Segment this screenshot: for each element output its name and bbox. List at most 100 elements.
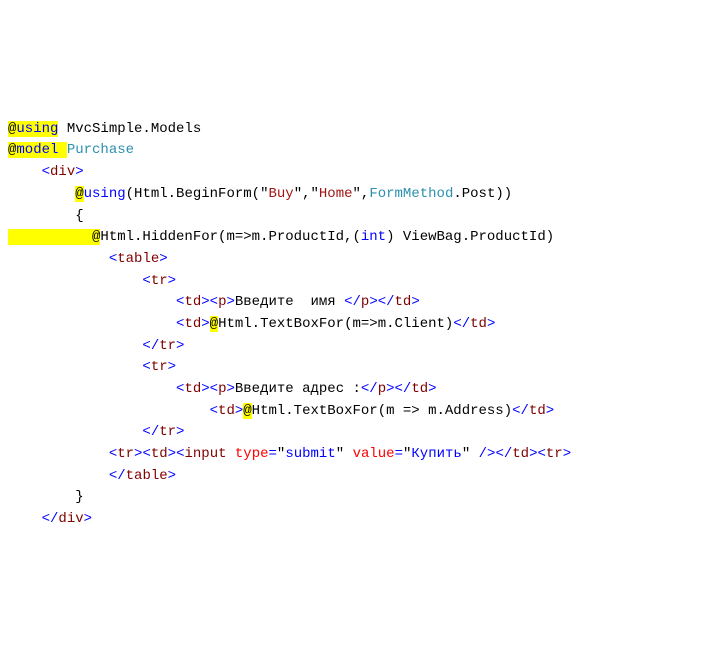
bracket: < — [210, 403, 218, 419]
type-formmethod: FormMethod — [369, 186, 453, 202]
bracket: < — [142, 273, 150, 289]
bracket: > — [168, 359, 176, 375]
indent — [8, 468, 109, 484]
tag-td: td — [411, 381, 428, 397]
type-purchase: Purchase — [67, 142, 134, 158]
indent — [8, 273, 142, 289]
indent — [8, 511, 42, 527]
bracket: > — [487, 316, 495, 332]
bracket: > — [168, 273, 176, 289]
tag-td: td — [184, 294, 201, 310]
bracket: > — [201, 316, 209, 332]
tag-p: p — [378, 381, 386, 397]
tag-table: table — [126, 468, 168, 484]
razor-at: @ — [210, 316, 218, 332]
bracket: > — [226, 294, 234, 310]
space — [58, 142, 66, 158]
string-buy: Buy — [268, 186, 293, 202]
highlight-pad — [8, 229, 92, 245]
code: Html.TextBoxFor(m=>m.Client) — [218, 316, 453, 332]
code: ) ViewBag.ProductId) — [386, 229, 554, 245]
bracket: > — [235, 403, 243, 419]
bracket: > — [563, 446, 571, 462]
bracket: > — [176, 338, 184, 354]
keyword-using: using — [84, 186, 126, 202]
indent — [8, 208, 75, 224]
attr-value: value — [353, 446, 395, 462]
tag-td: td — [151, 446, 168, 462]
space — [470, 446, 478, 462]
razor-at: @ — [75, 186, 83, 202]
bracket: > — [428, 381, 436, 397]
bracket: </ — [361, 381, 378, 397]
code: (Html.BeginForm( — [126, 186, 260, 202]
comma: , — [302, 186, 310, 202]
text-address: Введите адрес : — [235, 381, 361, 397]
indent — [8, 381, 176, 397]
bracket: < — [210, 294, 218, 310]
code: Html.TextBoxFor(m => m.Address) — [252, 403, 512, 419]
attr-type: type — [235, 446, 269, 462]
tag-td: td — [184, 381, 201, 397]
string-home: Home — [319, 186, 353, 202]
bracket: < — [42, 164, 50, 180]
bracket: > — [369, 294, 377, 310]
tag-div: div — [50, 164, 75, 180]
eq: = — [395, 446, 403, 462]
indent — [8, 164, 42, 180]
tag-td: td — [529, 403, 546, 419]
bracket: < — [210, 381, 218, 397]
bracket: > — [546, 403, 554, 419]
tag-td: td — [218, 403, 235, 419]
quote: " — [353, 186, 361, 202]
bracket: < — [142, 359, 150, 375]
tag-div: div — [58, 511, 83, 527]
indent — [8, 489, 75, 505]
quote: " — [311, 186, 319, 202]
bracket: </ — [378, 294, 395, 310]
indent — [8, 186, 75, 202]
bracket: > — [84, 511, 92, 527]
tag-input: input — [184, 446, 226, 462]
bracket: < — [109, 446, 117, 462]
indent — [8, 294, 176, 310]
bracket: </ — [495, 446, 512, 462]
bracket: </ — [344, 294, 361, 310]
indent — [8, 403, 210, 419]
text-name: Введите имя — [235, 294, 344, 310]
tag-tr: tr — [159, 424, 176, 440]
tag-tr: tr — [546, 446, 563, 462]
indent — [8, 316, 176, 332]
keyword-int: int — [361, 229, 386, 245]
brace: { — [75, 208, 83, 224]
eq: = — [269, 446, 277, 462]
keyword-model: model — [16, 142, 58, 158]
tag-tr: tr — [151, 273, 168, 289]
tag-td: td — [395, 294, 412, 310]
bracket: > — [201, 381, 209, 397]
tag-tr: tr — [159, 338, 176, 354]
bracket: > — [159, 251, 167, 267]
tag-tr: tr — [117, 446, 134, 462]
indent — [8, 359, 142, 375]
bracket: > — [168, 468, 176, 484]
value-buy: Купить — [411, 446, 461, 462]
space — [227, 446, 235, 462]
bracket: > — [176, 424, 184, 440]
bracket: > — [75, 164, 83, 180]
quote: " — [462, 446, 470, 462]
tag-td: td — [470, 316, 487, 332]
keyword-using: using — [16, 121, 58, 137]
value-submit: submit — [285, 446, 335, 462]
bracket: > — [411, 294, 419, 310]
bracket: </ — [512, 403, 529, 419]
namespace: MvcSimple.Models — [58, 121, 201, 137]
bracket: </ — [395, 381, 412, 397]
bracket: </ — [109, 468, 126, 484]
bracket: < — [109, 251, 117, 267]
razor-at: @ — [243, 403, 251, 419]
code: Html.HiddenFor(m=>m.ProductId,( — [100, 229, 360, 245]
tag-td: td — [512, 446, 529, 462]
bracket: > — [168, 446, 176, 462]
bracket: </ — [42, 511, 59, 527]
